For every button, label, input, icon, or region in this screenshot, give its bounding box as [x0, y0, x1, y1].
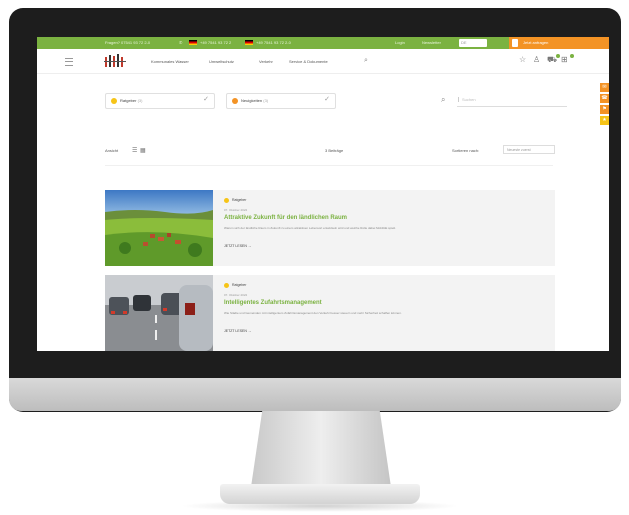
side-tab-star-icon[interactable]: ★	[600, 116, 609, 125]
nav-item-umweltschutz[interactable]: Umweltschutz	[209, 59, 234, 64]
view-toolbar: Ansicht ☰ ▦ 3 Beiträge Sortieren nach: N…	[105, 145, 555, 157]
article-card[interactable]: Ratgeber 07. Oktober 2022 Intelligentes …	[105, 275, 555, 351]
filter-label: Neuigkeiten (3)	[241, 98, 269, 103]
language-select[interactable]: DE	[459, 39, 487, 47]
landscape-image	[105, 190, 213, 266]
top-bar: Fragen? 07541 93 72 2-0 ✆ +49 7541 93 72…	[37, 37, 609, 49]
read-more-link[interactable]: JETZT LESEN →	[224, 244, 251, 248]
read-more-link[interactable]: JETZT LESEN →	[224, 329, 251, 333]
bag-badge	[570, 54, 574, 58]
nav-search-icon[interactable]: ⌕	[364, 57, 372, 65]
side-tabs: ✉ ☎ ⚑ ★	[600, 83, 609, 127]
filter-dot-icon	[111, 98, 117, 104]
flag-alt-icon	[245, 40, 253, 45]
topbar-phone-de[interactable]: +49 7541 93 72 2	[200, 40, 231, 46]
main-nav: Kommunales Wasser Umweltschutz Verkehr S…	[37, 49, 609, 74]
topbar-phone-alt[interactable]: +49 7541 93 72 2-0	[256, 40, 291, 46]
list-view-icon[interactable]: ☰	[132, 147, 137, 154]
topbar-cta[interactable]: Jetzt anfragen	[509, 37, 609, 49]
sort-label: Sortieren nach:	[452, 148, 480, 153]
topbar-newsletter-link[interactable]: Newsletter	[422, 40, 441, 46]
search-icon: ⌕	[441, 95, 446, 104]
flag-de-icon	[189, 40, 197, 45]
view-label: Ansicht	[105, 148, 119, 153]
category-dot-icon	[224, 283, 229, 288]
cta-icon	[512, 39, 518, 47]
article-category: Ratgeber	[232, 283, 247, 287]
brand-logo[interactable]	[104, 53, 128, 68]
article-card[interactable]: Ratgeber 07. Oktober 2022 Attraktive Zuk…	[105, 190, 555, 266]
search-underline	[457, 106, 567, 107]
article-description: Warum sich der ländliche Raum in Zukunft…	[224, 226, 396, 230]
side-tab-mail-icon[interactable]: ✉	[600, 83, 609, 92]
filter-neuigkeiten[interactable]: Neuigkeiten (3) ✓	[226, 93, 336, 109]
article-date: 07. Oktober 2022	[224, 208, 248, 212]
checkmark-icon: ✓	[203, 96, 209, 103]
traffic-image	[105, 275, 213, 351]
article-description: Wie Städte und Gemeinden mit intelligent…	[224, 311, 402, 315]
article-date: 07. Oktober 2022	[224, 293, 248, 297]
nav-item-verkehr[interactable]: Verkehr	[259, 59, 273, 64]
search-input[interactable]: ⌕ Suchen	[441, 93, 563, 107]
user-icon[interactable]: ♙	[533, 55, 540, 64]
article-title[interactable]: Attraktive Zukunft für den ländlichen Ra…	[224, 215, 347, 221]
monitor-base	[220, 484, 420, 504]
nav-item-wasser[interactable]: Kommunales Wasser	[151, 59, 189, 64]
sort-select[interactable]: Neueste zuerst	[503, 145, 555, 154]
article-category: Ratgeber	[232, 198, 247, 202]
divider	[105, 165, 553, 166]
hamburger-menu-icon[interactable]	[65, 58, 73, 66]
filter-label: Ratgeber (3)	[120, 98, 143, 103]
bag-icon[interactable]: ⊞	[561, 55, 568, 64]
screen: Fragen? 07541 93 72 2-0 ✆ +49 7541 93 72…	[37, 37, 609, 351]
cart-badge	[556, 54, 560, 58]
category-dot-icon	[224, 198, 229, 203]
article-title[interactable]: Intelligentes Zufahrtsmanagement	[224, 300, 322, 306]
checkmark-icon: ✓	[324, 96, 330, 103]
nav-item-service[interactable]: Service & Dokumente	[289, 59, 328, 64]
side-tab-flag-icon[interactable]: ⚑	[600, 105, 609, 114]
filter-ratgeber[interactable]: Ratgeber (3) ✓	[105, 93, 215, 109]
search-placeholder: Suchen	[458, 97, 476, 102]
grid-view-icon[interactable]: ▦	[140, 147, 146, 154]
monitor-stand	[251, 411, 391, 487]
side-tab-phone-icon[interactable]: ☎	[600, 94, 609, 103]
cta-label: Jetzt anfragen	[523, 40, 549, 45]
topbar-contact[interactable]: Fragen? 07541 93 72 2-0	[105, 40, 150, 46]
topbar-login-link[interactable]: Login	[395, 40, 405, 46]
star-icon[interactable]: ☆	[519, 55, 526, 64]
phone-icon: ✆	[179, 40, 183, 45]
filter-dot-icon	[232, 98, 238, 104]
results-count: 3 Beiträge	[325, 148, 344, 153]
monitor-chin	[9, 378, 621, 411]
